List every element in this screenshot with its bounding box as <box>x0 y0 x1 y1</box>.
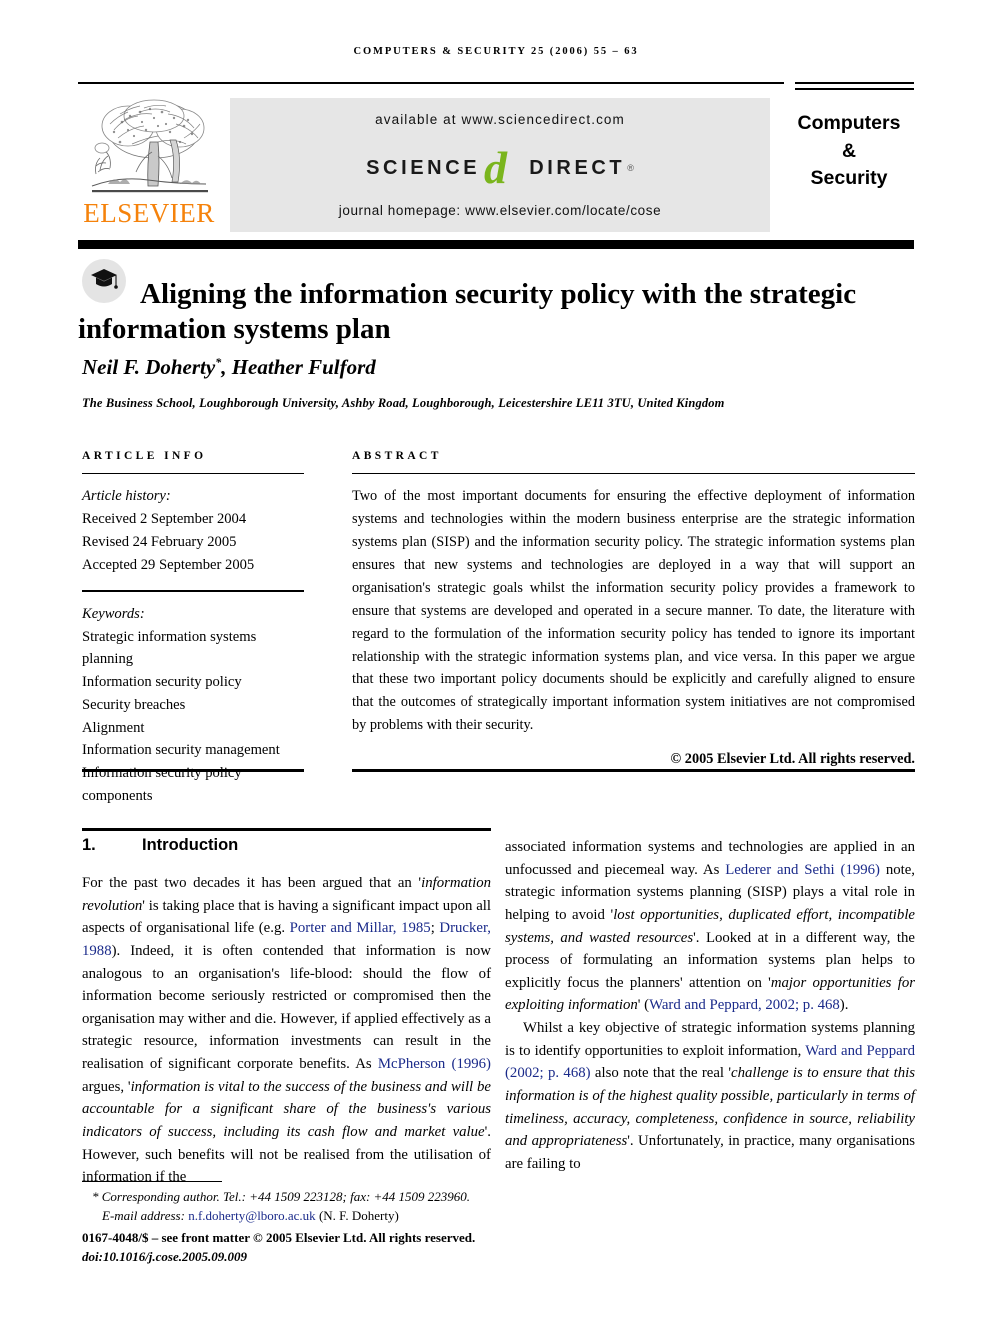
sciencedirect-direct-text: DIRECT <box>529 156 626 179</box>
journal-title-line-3: Security <box>810 167 888 190</box>
keyword-item: Strategic information systems planning <box>82 628 257 668</box>
journal-title-line-2: & <box>841 139 857 162</box>
email-link[interactable]: n.f.doherty@lboro.ac.uk <box>188 1208 316 1223</box>
doi-line: doi:10.1016/j.cose.2005.09.009 <box>82 1248 248 1264</box>
sciencedirect-science-text: SCIENCE <box>366 156 481 179</box>
keyword-item: Information security management <box>82 742 280 759</box>
sciencedirect-d-icon: d <box>484 145 508 191</box>
abstract-heading: Abstract <box>352 450 442 462</box>
front-matter-line: 0167-4048/$ – see front matter © 2005 El… <box>82 1229 476 1245</box>
journal-title-line-1: Computers <box>797 112 901 134</box>
abstract-column: Abstract Two of the most important docum… <box>352 450 915 768</box>
sciencedirect-box: available at www.sciencedirect.com SCIEN… <box>230 98 770 232</box>
sciencedirect-available-text: available at www.sciencedirect.com <box>375 112 625 127</box>
keyword-item: Information security policy <box>82 674 242 691</box>
article-history-received: Received 2 September 2004 <box>82 511 247 528</box>
body-text: also note that the real ' <box>590 1065 732 1082</box>
body-text: For the past two decades it has been arg… <box>82 875 422 891</box>
email-line: E-mail address: n.f.doherty@lboro.ac.uk … <box>82 1207 512 1226</box>
body-paragraph: associated information systems and techn… <box>505 836 915 1017</box>
page-title: Aligning the information security policy… <box>78 278 857 345</box>
footnote-rule <box>82 1181 222 1183</box>
body-column-right: associated information systems and techn… <box>505 836 915 1175</box>
article-history-label: Article history: <box>82 488 171 505</box>
section-heading: 1. Introduction <box>82 836 491 855</box>
svg-text:d: d <box>484 145 508 191</box>
keywords-label: Keywords: <box>82 605 145 622</box>
body-text: argues, ' <box>82 1078 131 1095</box>
body-text: ' ( <box>637 997 650 1014</box>
body-column-left: For the past two decades it has been arg… <box>82 872 491 1189</box>
section-heading-rule <box>82 828 491 831</box>
citation-link[interactable]: Porter and Millar, 1985 <box>290 920 431 936</box>
section-number: 1. <box>82 836 96 854</box>
journal-header-band: ELSEVIER available at www.sciencedirect.… <box>78 96 914 236</box>
running-head: Computers & Security 25 (2006) 55 – 63 <box>353 46 639 57</box>
citation-link[interactable]: McPherson (1996) <box>378 1056 491 1072</box>
email-owner: (N. F. Doherty) <box>318 1207 399 1223</box>
corresponding-author-note: * Corresponding author. Tel.: +44 1509 2… <box>92 1189 471 1204</box>
keywords-group: Keywords: Strategic information systems … <box>82 603 304 808</box>
header-divider-bar <box>78 240 914 249</box>
keywords-divider-rule <box>82 590 304 592</box>
email-label: E-mail address: <box>102 1207 185 1223</box>
copyright-notice: © 2005 Elsevier Ltd. All rights reserved… <box>670 751 915 768</box>
body-text: ). Indeed, it is often contended that in… <box>82 942 491 1072</box>
header-rule-left <box>78 82 784 84</box>
header-rule-right-lower <box>795 88 914 90</box>
article-info-column: Article info Article history: Received 2… <box>82 450 304 808</box>
sciencedirect-logo: SCIENCE d DIRECT ® <box>230 145 770 191</box>
author-list: Neil F. Doherty*, Heather Fulford <box>82 355 932 380</box>
citation-link[interactable]: Ward and Peppard, 2002; p. 468 <box>649 997 840 1013</box>
author-affiliation: The Business School, Loughborough Univer… <box>82 396 725 410</box>
journal-homepage-text: journal homepage: www.elsevier.com/locat… <box>338 203 662 218</box>
abstract-bottom-rule <box>352 769 915 772</box>
elsevier-wordmark: ELSEVIER <box>83 198 215 228</box>
footnote-block: * Corresponding author. Tel.: +44 1509 2… <box>82 1188 512 1267</box>
author-name-primary: Neil F. Doherty <box>82 355 216 379</box>
article-info-heading: Article info <box>82 450 207 462</box>
body-text: ). <box>839 997 849 1014</box>
article-info-bottom-rule <box>82 769 304 772</box>
abstract-text: Two of the most important documents for … <box>352 488 915 734</box>
article-history-revised: Revised 24 February 2005 <box>82 533 237 550</box>
quoted-phrase: information is vital to the success of t… <box>82 1078 491 1140</box>
citation-link[interactable]: Lederer and Sethi (1996) <box>725 862 880 878</box>
keyword-item: Alignment <box>82 719 145 736</box>
keyword-item: Security breaches <box>82 696 186 713</box>
journal-title: Computers & Security <box>784 110 914 193</box>
article-history-accepted: Accepted 29 September 2005 <box>82 556 255 573</box>
abstract-rule <box>352 473 915 475</box>
journal-article-page: Computers & Security 25 (2006) 55 – 63 <box>0 0 992 1323</box>
article-info-rule <box>82 473 304 475</box>
author-name-rest: , Heather Fulford <box>221 355 376 379</box>
registered-mark-icon: ® <box>627 163 634 173</box>
publisher-logo-block: ELSEVIER <box>78 96 220 236</box>
header-rule-right-upper <box>795 82 914 84</box>
section-title: Introduction <box>142 836 239 854</box>
body-paragraph: Whilst a key objective of strategic info… <box>505 1017 915 1175</box>
elsevier-tree-logo-icon <box>91 99 208 193</box>
article-history-group: Article history: Received 2 September 20… <box>82 485 304 576</box>
